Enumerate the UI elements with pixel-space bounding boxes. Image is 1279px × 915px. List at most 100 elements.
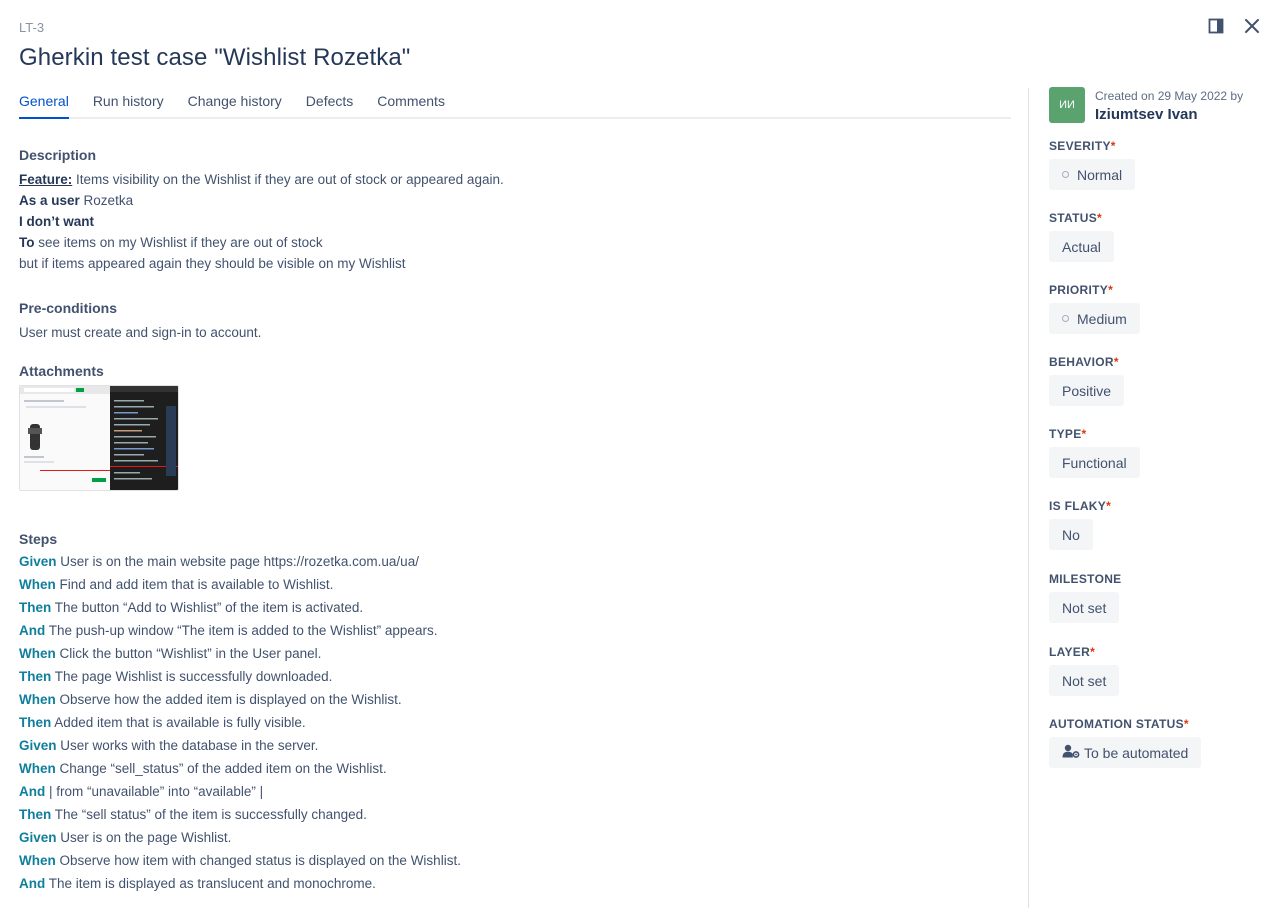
field-severity: SEVERITY* Normal [1049, 139, 1269, 211]
is-flaky-select[interactable]: No [1049, 519, 1093, 550]
field-value: Not set [1062, 672, 1107, 689]
step-item: Then The button “Add to Wishlist” of the… [19, 596, 1009, 619]
step-item: When Change “sell_status” of the added i… [19, 757, 1009, 780]
step-keyword: When [19, 853, 56, 868]
step-text: Find and add item that is available to W… [55, 577, 334, 592]
field-label: AUTOMATION STATUS [1049, 717, 1184, 731]
field-behavior: BEHAVIOR* Positive [1049, 355, 1269, 427]
status-select[interactable]: Actual [1049, 231, 1114, 262]
step-keyword: Then [19, 807, 52, 822]
to-text: see items on my Wishlist if they are out… [34, 235, 323, 250]
description-i-dont-want: I don’t want [19, 211, 1009, 232]
panel-divider [1028, 88, 1029, 908]
step-text: The page Wishlist is successfully downlo… [51, 669, 333, 684]
step-keyword: Then [19, 669, 52, 684]
steps-label: Steps [19, 531, 58, 547]
behavior-select[interactable]: Positive [1049, 375, 1125, 406]
step-item: And | from “unavailable” into “available… [19, 780, 1009, 803]
details-sidebar: ИИ Created on 29 May 2022 by Iziumtsev I… [1049, 87, 1269, 768]
step-keyword: And [19, 623, 46, 638]
tab-change-history[interactable]: Change history [188, 93, 282, 117]
field-status: STATUS* Actual [1049, 211, 1269, 283]
created-text: Created on 29 May 2022 by [1095, 89, 1244, 103]
required-mark: * [1108, 283, 1114, 297]
field-milestone: MILESTONE Not set [1049, 572, 1269, 645]
field-value: Normal [1077, 166, 1123, 183]
user-cog-icon [1062, 744, 1080, 761]
thumbnail-devtools-preview [110, 386, 178, 490]
thumbnail-webpage-preview [20, 386, 110, 490]
step-keyword: Given [19, 738, 57, 753]
tab-defects[interactable]: Defects [306, 93, 353, 117]
step-keyword: Given [19, 554, 57, 569]
step-item: And The push-up window “The item is adde… [19, 619, 1009, 642]
avatar[interactable]: ИИ [1049, 87, 1085, 123]
required-mark: * [1081, 427, 1087, 441]
priority-select[interactable]: Medium [1049, 303, 1140, 334]
preconditions-label: Pre-conditions [19, 300, 118, 316]
step-keyword: When [19, 692, 56, 707]
required-mark: * [1183, 717, 1189, 731]
automation-status-select[interactable]: To be automated [1049, 737, 1202, 768]
field-label: TYPE [1049, 427, 1082, 441]
tab-comments[interactable]: Comments [377, 93, 445, 117]
description-label: Description [19, 147, 97, 163]
description-to: To see items on my Wishlist if they are … [19, 232, 1009, 253]
panel-toggle-icon[interactable] [1207, 17, 1225, 35]
close-icon[interactable] [1243, 17, 1261, 35]
steps-list: Given User is on the main website page h… [19, 550, 1009, 895]
tab-general[interactable]: General [19, 93, 69, 119]
step-text: Observe how the added item is displayed … [55, 692, 402, 707]
step-text: The “sell status” of the item is success… [51, 807, 367, 822]
step-item: Given User works with the database in th… [19, 734, 1009, 757]
field-label: PRIORITY [1049, 283, 1109, 297]
required-mark: * [1097, 211, 1103, 225]
i-dont-want-text: I don’t want [19, 214, 94, 229]
step-keyword: And [19, 876, 46, 891]
step-keyword: When [19, 646, 56, 661]
step-item: When Observe how item with changed statu… [19, 849, 1009, 872]
step-text: Change “sell_status” of the added item o… [55, 761, 387, 776]
description-feature: Feature: Items visibility on the Wishlis… [19, 169, 1009, 190]
field-type: TYPE* Functional [1049, 427, 1269, 499]
field-label: MILESTONE [1049, 572, 1122, 586]
required-mark: * [1110, 139, 1116, 153]
milestone-select[interactable]: Not set [1049, 592, 1120, 623]
as-a-user-text: Rozetka [79, 193, 134, 208]
field-layer: LAYER* Not set [1049, 645, 1269, 717]
step-text: User works with the database in the serv… [56, 738, 319, 753]
field-value: To be automated [1084, 744, 1189, 761]
step-item: When Observe how the added item is displ… [19, 688, 1009, 711]
step-text: The item is displayed as translucent and… [45, 876, 376, 891]
field-value: Positive [1062, 382, 1112, 399]
general-content: Description Feature: Items visibility on… [19, 147, 1009, 895]
step-text: Click the button “Wishlist” in the User … [55, 646, 322, 661]
field-is-flaky: IS FLAKY* No [1049, 499, 1269, 572]
tab-run-history[interactable]: Run history [93, 93, 164, 117]
step-text: Observe how item with changed status is … [55, 853, 461, 868]
severity-select[interactable]: Normal [1049, 159, 1136, 190]
layer-select[interactable]: Not set [1049, 665, 1120, 696]
description-last-line: but if items appeared again they should … [19, 256, 406, 271]
step-item: Given User is on the page Wishlist. [19, 826, 1009, 849]
field-value: Actual [1062, 238, 1101, 255]
field-value: Medium [1077, 310, 1127, 327]
field-value: Functional [1062, 454, 1127, 471]
feature-keyword: Feature: [19, 172, 73, 187]
step-keyword: And [19, 784, 46, 799]
step-item: When Find and add item that is available… [19, 573, 1009, 596]
header-actions [1207, 17, 1261, 35]
step-text: The push-up window “The item is added to… [45, 623, 438, 638]
attachments-label: Attachments [19, 363, 104, 379]
step-keyword: Given [19, 830, 57, 845]
field-automation-status: AUTOMATION STATUS* To be automated [1049, 717, 1269, 768]
created-by-name[interactable]: Iziumtsev Ivan [1095, 106, 1243, 123]
field-label: LAYER [1049, 645, 1091, 659]
type-select[interactable]: Functional [1049, 447, 1140, 478]
step-keyword: When [19, 761, 56, 776]
as-a-user-keyword: As a user [19, 193, 80, 208]
field-label: BEHAVIOR [1049, 355, 1114, 369]
attachment-thumbnail[interactable] [19, 385, 179, 491]
page-title: Gherkin test case "Wishlist Rozetka" [19, 44, 411, 71]
step-text: | from “unavailable” into “available” | [45, 784, 264, 799]
